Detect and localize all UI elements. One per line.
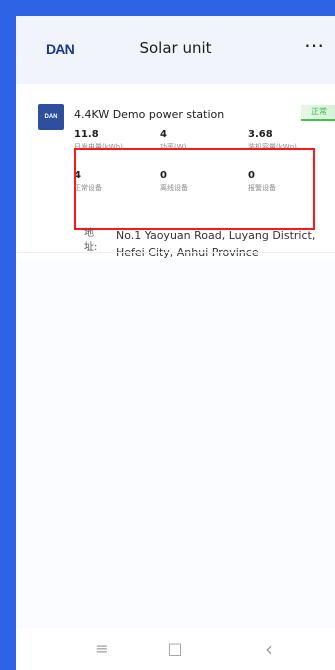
- page-title: Solar unit: [139, 39, 212, 57]
- alarm-devices-metric: 0 报警设备: [248, 170, 335, 200]
- metric-value: 4: [160, 129, 167, 140]
- more-icon[interactable]: ⋯: [302, 34, 326, 58]
- daily-energy-metric: 11.8 日发电量(kWh): [74, 129, 170, 159]
- metric-label: 离线设备: [160, 184, 188, 192]
- address-label: 地址:: [84, 228, 98, 253]
- power-metric: 4 功率(W): [160, 129, 256, 159]
- card-divider: [16, 252, 335, 253]
- installed-capacity-metric: 3.68 装机容量(kWp): [248, 129, 335, 159]
- app-window: DAN Solar unit ⋯ DAN 4.4KW Demo power st…: [16, 16, 335, 670]
- metric-label: 日发电量(kWh): [74, 143, 123, 151]
- metric-value: 0: [160, 170, 167, 181]
- metric-value: 4: [74, 170, 81, 181]
- back-icon[interactable]: ‹: [254, 638, 284, 660]
- metric-label: 报警设备: [248, 184, 276, 192]
- metric-label: 正常设备: [74, 184, 102, 192]
- normal-devices-metric: 4 正常设备: [74, 170, 170, 200]
- phone-screen: DAN Solar unit ⋯ DAN 4.4KW Demo power st…: [0, 0, 335, 670]
- metric-label: 装机容量(kWp): [248, 143, 297, 151]
- offline-devices-metric: 0 离线设备: [160, 170, 256, 200]
- top-bar: DAN Solar unit ⋯: [16, 16, 335, 84]
- home-icon[interactable]: □: [160, 638, 190, 660]
- metric-value: 11.8: [74, 129, 99, 140]
- status-badge: 正常: [301, 105, 335, 121]
- station-metrics: 11.8 日发电量(kWh) 4 功率(W) 3.68 装机容量(kWp) 4 …: [74, 129, 329, 223]
- metric-value: 3.68: [248, 129, 273, 140]
- station-address: No.1 Yaoyuan Road, Luyang District, Hefe…: [116, 229, 316, 259]
- station-logo: DAN: [38, 104, 64, 130]
- system-navigation-bar: ≡ □ ‹: [16, 628, 335, 670]
- station-card[interactable]: DAN 4.4KW Demo power station 正常 11.8 日发电…: [16, 84, 335, 259]
- station-name: 4.4KW Demo power station: [74, 108, 225, 121]
- metric-label: 功率(W): [160, 143, 187, 151]
- metric-value: 0: [248, 170, 255, 181]
- menu-icon[interactable]: ≡: [87, 638, 117, 660]
